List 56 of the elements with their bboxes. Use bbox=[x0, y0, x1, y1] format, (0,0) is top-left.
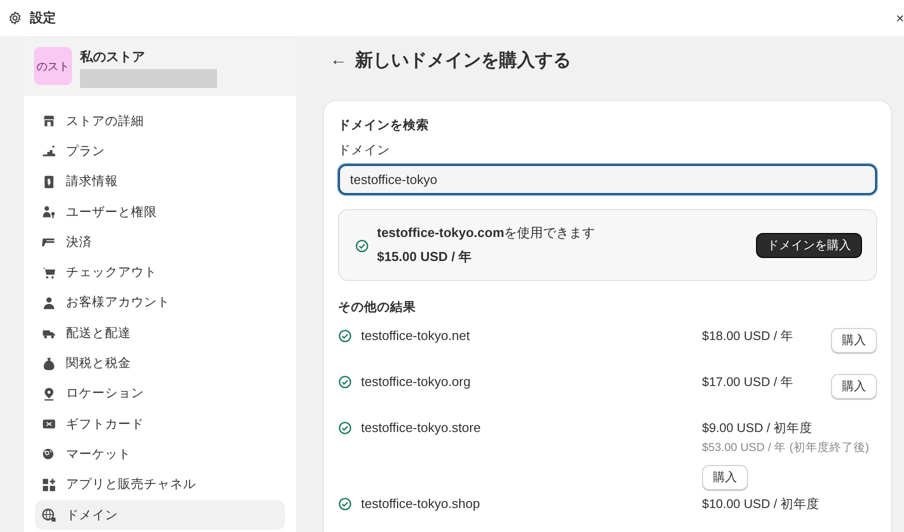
domain-name: testoffice-tokyo.store bbox=[361, 420, 481, 435]
buy-button[interactable]: 購入 bbox=[831, 374, 877, 399]
domain-price: $18.00 USD / 年 bbox=[702, 328, 795, 345]
sidebar-item[interactable]: 関税と税金 bbox=[35, 348, 285, 379]
buy-button[interactable]: 購入 bbox=[702, 465, 748, 490]
domain-price: $17.00 USD / 年 bbox=[702, 374, 795, 391]
domain-name: testoffice-tokyo.shop bbox=[361, 496, 480, 511]
section-heading: その他の結果 bbox=[338, 299, 417, 316]
field-label: ドメイン bbox=[338, 142, 391, 159]
sidebar-item[interactable]: ストアの詳細 bbox=[35, 106, 285, 136]
apps-icon bbox=[42, 478, 56, 492]
cart-icon bbox=[42, 266, 56, 280]
sidebar-item[interactable]: お客様アカウント bbox=[35, 288, 285, 318]
section-heading: ドメインを検索 bbox=[338, 117, 430, 134]
sidebar-item[interactable]: ギフトカード bbox=[35, 408, 285, 440]
back-button[interactable]: ← bbox=[330, 50, 347, 70]
sidebar-item[interactable]: マーケット bbox=[35, 439, 285, 470]
sidebar-item[interactable]: 配送と配達 bbox=[35, 318, 285, 348]
check-circle-icon bbox=[338, 375, 352, 389]
check-circle-icon bbox=[355, 238, 369, 252]
domain-price: $10.00 USD / 初年度 bbox=[702, 496, 821, 513]
check-circle-icon bbox=[338, 497, 352, 511]
sidebar-item[interactable]: アプリと販売チャネル bbox=[35, 470, 285, 500]
sidebar-item[interactable]: チェックアウト bbox=[35, 257, 285, 288]
money-bag-icon bbox=[42, 356, 56, 371]
buy-domain-button[interactable]: ドメインを購入 bbox=[756, 232, 862, 258]
domain-input-field[interactable]: testoffice-tokyo bbox=[338, 164, 877, 195]
buy-button[interactable]: 購入 bbox=[831, 328, 877, 353]
renewal-price: $53.00 USD / 年 (初年度終了後) bbox=[702, 440, 870, 455]
sidebar-item[interactable]: 請求情報 bbox=[35, 166, 285, 197]
availability-message: testoffice-tokyo.comを使用できます bbox=[377, 224, 596, 242]
sidebar-item[interactable]: ユーザーと権限 bbox=[35, 196, 285, 228]
person-icon bbox=[42, 296, 56, 310]
gift-card-icon bbox=[42, 417, 56, 432]
location-pin-icon bbox=[42, 386, 56, 401]
check-circle-icon bbox=[338, 421, 352, 435]
close-button[interactable]: × bbox=[896, 10, 904, 26]
store-name: 私のストア bbox=[80, 48, 146, 66]
page-title: 新しいドメインを購入する bbox=[355, 49, 571, 72]
window-title: 設定 bbox=[30, 9, 57, 27]
sidebar-item[interactable]: プラン bbox=[35, 136, 285, 167]
chart-icon bbox=[42, 144, 56, 158]
storefront-icon bbox=[42, 114, 56, 128]
user-icon bbox=[42, 205, 56, 220]
domain-name: testoffice-tokyo.org bbox=[361, 374, 471, 389]
domain-price: $9.00 USD / 初年度 bbox=[702, 420, 814, 437]
sidebar-item[interactable]: ロケーション bbox=[35, 378, 285, 409]
receipt-icon bbox=[42, 174, 56, 189]
store-header[interactable]: のスト 私のストア bbox=[24, 38, 296, 96]
sidebar-item[interactable]: ドメイン bbox=[35, 500, 285, 530]
domain-price: $15.00 USD / 年 bbox=[377, 248, 473, 266]
domain-name: testoffice-tokyo.net bbox=[361, 328, 470, 343]
check-circle-icon bbox=[338, 329, 352, 343]
sidebar-item[interactable]: 決済 bbox=[35, 227, 285, 258]
settings-icon bbox=[8, 11, 22, 25]
store-avatar: のスト bbox=[34, 47, 72, 85]
